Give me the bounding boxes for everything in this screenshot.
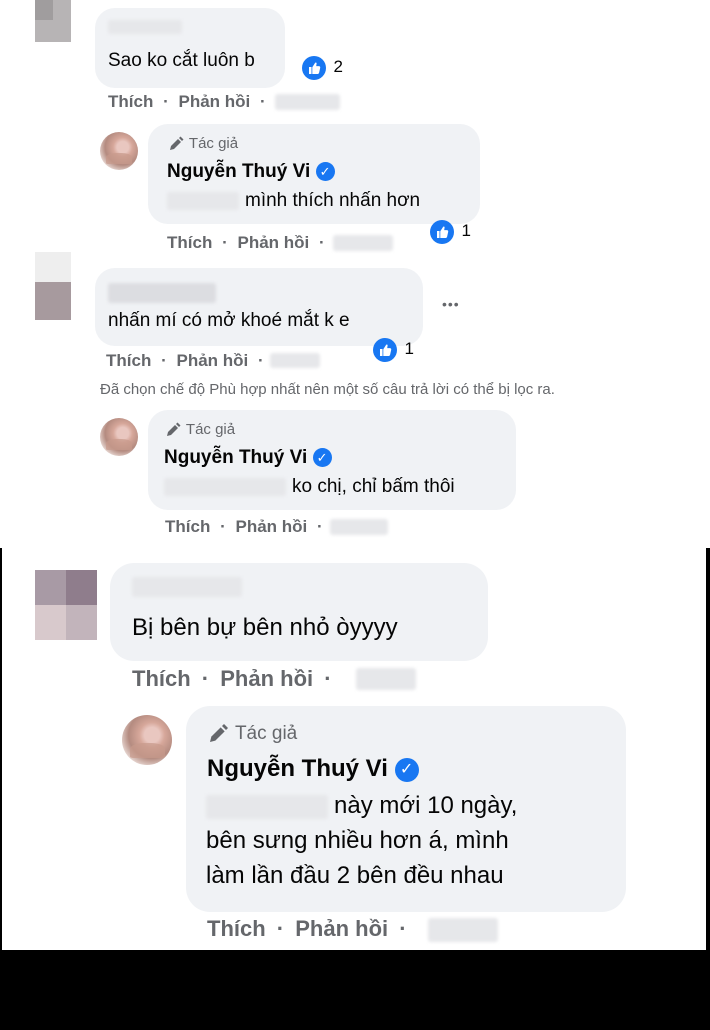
redacted-timestamp (270, 353, 320, 368)
redacted-timestamp (330, 519, 388, 535)
pen-icon (170, 136, 184, 151)
avatar[interactable] (35, 0, 71, 42)
reply-link[interactable]: Phản hồi (235, 517, 307, 537)
screenshot-edge (0, 548, 2, 950)
like-link[interactable]: Thích (108, 92, 153, 112)
comment-bubble (95, 268, 423, 346)
filter-notice: Đã chọn chế độ Phù hợp nhất nên một số c… (100, 381, 555, 398)
verified-badge-icon: ✓ (312, 448, 332, 468)
author-avatar[interactable] (100, 132, 138, 170)
redacted-name (132, 577, 242, 597)
author-label: Tác giả (206, 722, 297, 746)
thumbs-up-icon (302, 56, 326, 80)
like-link[interactable]: Thích (167, 233, 212, 253)
reply-link[interactable]: Phản hồi (178, 92, 250, 112)
redacted-mention (164, 478, 286, 496)
like-count-badge[interactable]: 1 (373, 338, 414, 362)
comment-actions: Thích · Phản hồi · (207, 916, 407, 942)
like-count-badge[interactable]: 2 (302, 56, 343, 80)
more-options-icon[interactable]: ••• (442, 296, 460, 312)
verified-badge-icon: ✓ (315, 162, 335, 182)
like-link[interactable]: Thích (106, 351, 151, 371)
redacted-timestamp (275, 94, 340, 110)
comment-text: Sao ko cắt luôn b (108, 50, 255, 71)
reply-link[interactable]: Phản hồi (237, 233, 309, 253)
author-avatar[interactable] (122, 715, 172, 765)
like-link[interactable]: Thích (207, 916, 266, 942)
like-link[interactable]: Thích (165, 517, 210, 537)
thumbs-up-icon (430, 220, 454, 244)
author-name[interactable]: Nguyễn Thuý Vi ✓ (207, 755, 419, 783)
comment-text-line: bên sưng nhiều hơn á, mình (206, 827, 509, 854)
redacted-timestamp (333, 235, 393, 251)
comment-actions: Thích · Phản hồi · (132, 666, 332, 692)
verified-badge-icon: ✓ (394, 757, 419, 782)
avatar[interactable] (35, 570, 97, 640)
reply-link[interactable]: Phản hồi (220, 666, 313, 692)
redacted-timestamp (356, 668, 416, 690)
pen-icon (210, 724, 228, 742)
like-link[interactable]: Thích (132, 666, 191, 692)
redacted-mention (167, 192, 239, 210)
author-label: Tác giả (164, 421, 235, 439)
comment-text-line: này mới 10 ngày, (334, 792, 518, 819)
redacted-name (108, 283, 216, 303)
author-label: Tác giả (167, 135, 238, 153)
like-count-badge[interactable]: 1 (430, 220, 471, 244)
comment-actions: Thích · Phản hồi · (106, 351, 264, 371)
comment-text: ko chị, chỉ bấm thôi (292, 476, 455, 497)
thumbs-up-icon (373, 338, 397, 362)
author-name[interactable]: Nguyễn Thuý Vi ✓ (164, 447, 332, 469)
black-bar (0, 950, 710, 1030)
author-avatar[interactable] (100, 418, 138, 456)
screenshot-edge (706, 548, 710, 950)
reply-link[interactable]: Phản hồi (295, 916, 388, 942)
redacted-name (108, 20, 182, 34)
avatar[interactable] (35, 252, 71, 320)
pen-icon (167, 422, 181, 437)
comment-actions: Thích · Phản hồi · (108, 92, 266, 112)
comment-text-line: làm lần đầu 2 bên đều nhau (206, 862, 504, 889)
comment-actions: Thích · Phản hồi · (167, 233, 325, 253)
comment-text: Bị bên bự bên nhỏ òyyyy (132, 614, 398, 641)
comment-actions: Thích · Phản hồi · (165, 517, 323, 537)
reply-link[interactable]: Phản hồi (176, 351, 248, 371)
comment-text: mình thích nhấn hơn (245, 190, 421, 211)
redacted-timestamp (428, 918, 498, 942)
comment-text: nhấn mí có mở khoé mắt k e (108, 310, 350, 331)
author-name[interactable]: Nguyễn Thuý Vi ✓ (167, 161, 335, 183)
redacted-mention (206, 795, 328, 819)
